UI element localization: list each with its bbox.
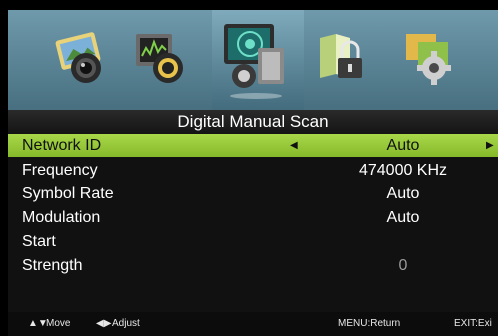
symbol-rate-label: Symbol Rate	[22, 185, 114, 202]
network-id-row[interactable]: Network ID ◀ Auto ▶	[8, 134, 498, 157]
menu-title: Digital Manual Scan	[8, 110, 498, 134]
exit-hint: EXIT:Exi	[454, 318, 492, 329]
strength-label: Strength	[22, 257, 83, 274]
main-menu-icon-bar	[8, 10, 498, 110]
frequency-value: 474000 KHz	[358, 162, 448, 179]
up-down-arrow-icon: ▲▼	[28, 318, 48, 329]
modulation-row[interactable]: Modulation Auto	[8, 206, 498, 229]
modulation-value: Auto	[386, 209, 420, 226]
frequency-label: Frequency	[22, 162, 98, 179]
sound-icon[interactable]	[132, 28, 190, 88]
adjust-hint: Adjust	[112, 318, 140, 329]
setup-icon[interactable]	[400, 28, 458, 88]
arrow-left-icon[interactable]: ◀	[290, 134, 298, 157]
strength-row: Strength 0	[8, 254, 498, 277]
symbol-rate-value: Auto	[386, 185, 420, 202]
move-hint: Move	[46, 318, 71, 329]
lock-icon[interactable]	[314, 28, 372, 88]
network-id-value: Auto	[386, 137, 420, 154]
symbol-rate-row[interactable]: Symbol Rate Auto	[8, 182, 498, 205]
modulation-label: Modulation	[22, 209, 101, 226]
strength-value: 0	[398, 257, 408, 274]
menu-return-hint: MENU:Return	[338, 318, 401, 329]
left-right-arrow-icon: ◀▶	[96, 318, 112, 329]
start-label: Start	[22, 233, 56, 250]
picture-icon[interactable]	[52, 28, 110, 88]
scan-settings-list: Network ID ◀ Auto ▶ Frequency 474000 KHz…	[8, 134, 498, 312]
tv-osd-screen: Digital Manual Scan Network ID ◀ Auto ▶ …	[0, 0, 498, 336]
start-row[interactable]: Start	[8, 230, 498, 253]
network-id-label: Network ID	[22, 137, 102, 154]
channel-icon[interactable]	[220, 14, 292, 100]
arrow-right-icon[interactable]: ▶	[486, 134, 494, 157]
footer-hints: ▲▼ Move ◀▶ Adjust MENU:Return EXIT:Exi	[8, 312, 498, 336]
frequency-row[interactable]: Frequency 474000 KHz	[8, 159, 498, 182]
